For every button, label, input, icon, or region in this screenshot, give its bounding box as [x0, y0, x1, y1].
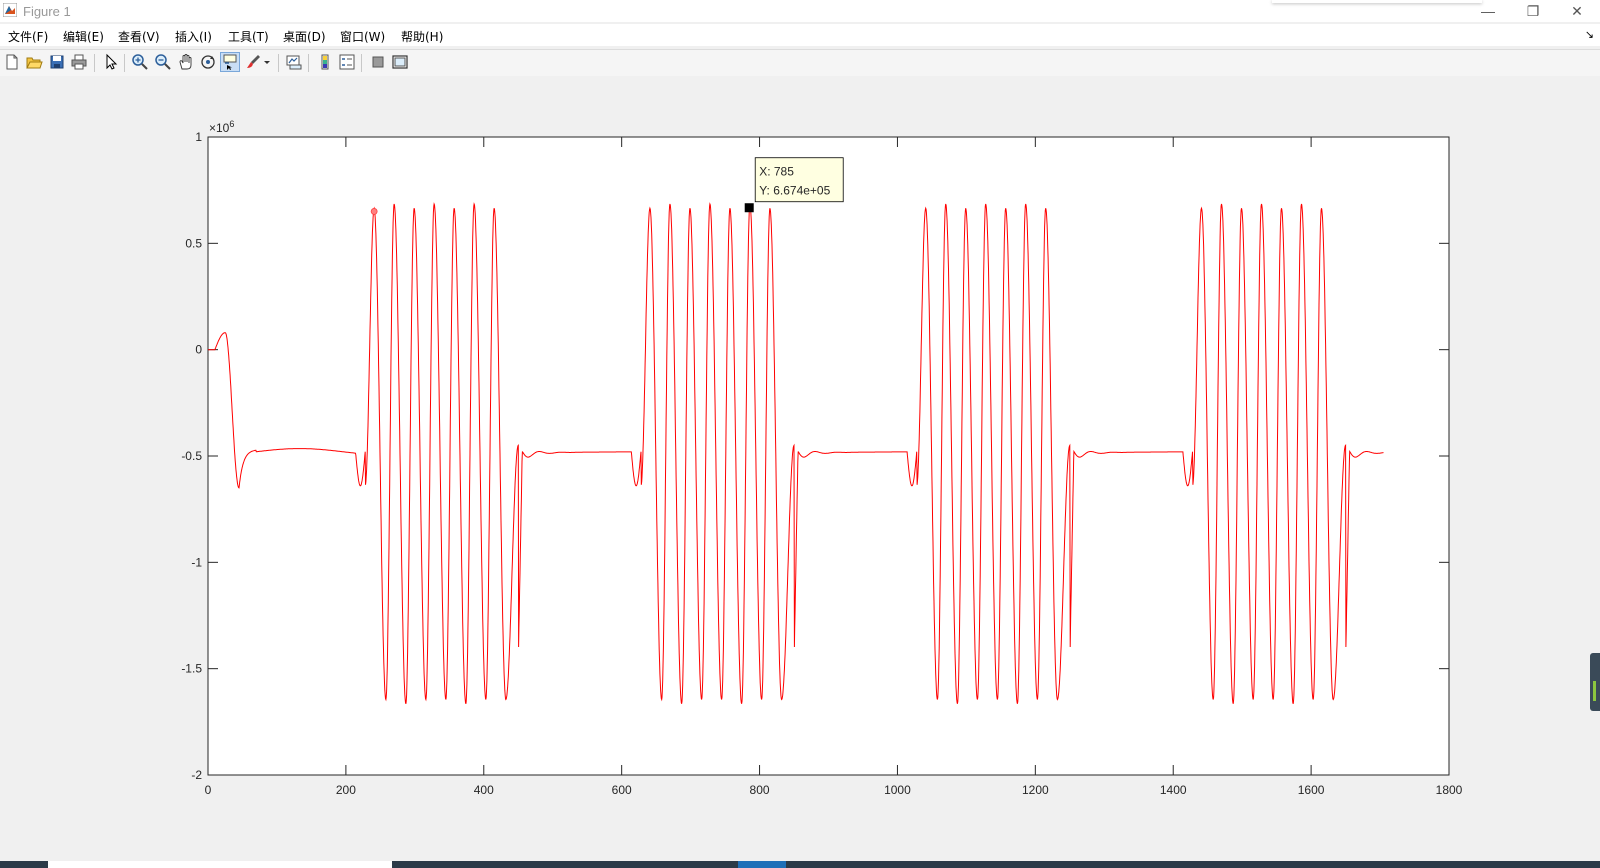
colorbar-icon[interactable]	[316, 53, 334, 71]
x-tick-label: 1400	[1160, 783, 1187, 797]
overlay-strip	[1272, 0, 1482, 3]
zoom-in-icon[interactable]	[131, 53, 149, 71]
side-dock-handle[interactable]	[1590, 653, 1600, 711]
x-tick-label: 600	[612, 783, 632, 797]
window-title: Figure 1	[23, 4, 71, 19]
hide-tools-icon[interactable]	[369, 53, 387, 71]
title-bar: Figure 1 — ❐ ✕	[0, 0, 1600, 22]
x-tick-label: 0	[205, 783, 212, 797]
data-cursor-icon[interactable]	[220, 52, 240, 72]
y-tick-label: -0.5	[181, 449, 202, 463]
toolbar-separator	[94, 54, 95, 72]
hand-icon[interactable]	[177, 53, 195, 71]
y-tick-label: -1.5	[181, 662, 202, 676]
show-tools-icon[interactable]	[391, 53, 409, 71]
brush-icon[interactable]	[244, 53, 262, 71]
dock-arrow-icon[interactable]: ↘	[1585, 28, 1594, 41]
restore-button[interactable]: ❐	[1510, 0, 1556, 22]
arrow-cursor-icon[interactable]	[102, 53, 120, 71]
toolbar-separator	[308, 54, 309, 72]
menu-insert[interactable]: 插入(I)	[175, 28, 212, 45]
save-icon[interactable]	[48, 53, 66, 71]
open-folder-icon[interactable]	[25, 53, 43, 71]
series-start-marker	[370, 208, 378, 215]
y-tick-label: -2	[191, 768, 202, 782]
toolbar-separator	[361, 54, 362, 72]
toolbar-separator	[278, 54, 279, 72]
menu-desktop[interactable]: 桌面(D)	[283, 28, 326, 45]
print-icon[interactable]	[70, 53, 88, 71]
menu-bar: 文件(F) 编辑(E) 查看(V) 插入(I) 工具(T) 桌面(D) 窗口(W…	[0, 24, 1600, 46]
x-tick-label: 200	[336, 783, 356, 797]
zoom-out-icon[interactable]	[154, 53, 172, 71]
close-button[interactable]: ✕	[1554, 0, 1600, 22]
data-tip-marker[interactable]	[744, 203, 754, 213]
menu-file[interactable]: 文件(F)	[8, 28, 48, 45]
x-tick-label: 1000	[884, 783, 911, 797]
menu-window[interactable]: 窗口(W)	[340, 28, 385, 45]
menu-view[interactable]: 查看(V)	[118, 28, 160, 45]
taskbar-active-item[interactable]	[48, 861, 392, 868]
y-tick-label: 1	[195, 130, 202, 144]
menu-tools[interactable]: 工具(T)	[228, 28, 269, 45]
legend-icon[interactable]	[338, 53, 356, 71]
y-tick-label: 0	[195, 343, 202, 357]
x-tick-label: 1800	[1436, 783, 1463, 797]
y-exponent-label: ×106	[209, 119, 234, 135]
figure-canvas[interactable]: 0 200 400 600 800 1000 1200 1400 1600 1800 -2 -1.5 -…	[0, 76, 1600, 858]
x-tick-label: 800	[750, 783, 770, 797]
minimize-button[interactable]: —	[1465, 0, 1511, 22]
taskbar	[0, 861, 1600, 868]
menu-help[interactable]: 帮助(H)	[401, 28, 443, 45]
data-tip-y: Y: 6.674e+05	[759, 184, 830, 198]
taskbar-highlight[interactable]	[738, 861, 786, 868]
data-tip-x: X: 785	[759, 165, 794, 179]
y-tick-label: -1	[191, 555, 202, 569]
x-tick-label: 400	[474, 783, 494, 797]
chevron-down-icon[interactable]	[262, 53, 272, 71]
new-file-icon[interactable]	[3, 53, 21, 71]
figure-toolbar	[0, 49, 1600, 77]
toolbar-separator	[124, 54, 125, 72]
matlab-app-icon	[3, 3, 17, 17]
x-tick-label: 1600	[1298, 783, 1325, 797]
x-tick-label: 1200	[1022, 783, 1049, 797]
y-tick-label: 0.5	[185, 236, 202, 250]
link-plot-icon[interactable]	[285, 53, 303, 71]
plot-svg[interactable]: 0 200 400 600 800 1000 1200 1400 1600 1800 -2 -1.5 -…	[0, 76, 1600, 858]
rotate-icon[interactable]	[199, 53, 217, 71]
menu-edit[interactable]: 编辑(E)	[63, 28, 104, 45]
